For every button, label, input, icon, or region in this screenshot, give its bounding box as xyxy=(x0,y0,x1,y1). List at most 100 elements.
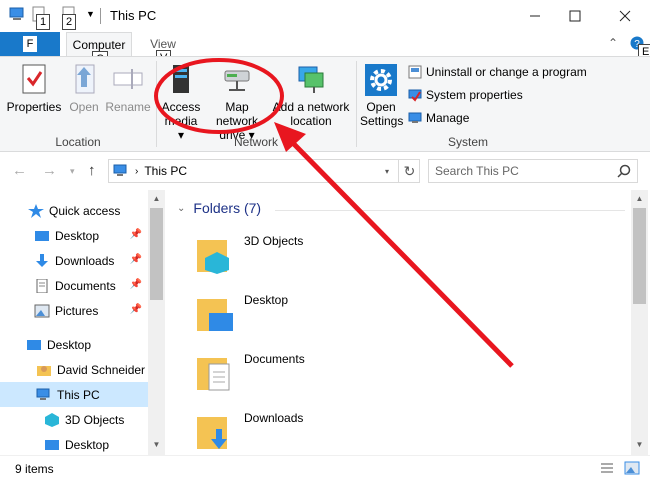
search-input[interactable]: Search This PC xyxy=(428,159,638,183)
tab-computer-label: Computer xyxy=(72,37,126,52)
add-network-location-label-1: Add a network xyxy=(272,100,350,114)
nav-item-pictures[interactable]: Pictures 📌 xyxy=(0,298,148,323)
nav-scrollbar[interactable]: ▲ ▼ xyxy=(148,190,165,455)
desktop-icon xyxy=(35,230,49,241)
pin-icon[interactable]: 📌 xyxy=(130,304,142,315)
status-bar: 9 items xyxy=(0,455,650,480)
title-separator xyxy=(100,8,101,24)
ribbon: Properties Open Rename Location Access m… xyxy=(0,56,650,152)
scroll-down-icon[interactable]: ▼ xyxy=(631,436,648,453)
rename-icon xyxy=(113,69,143,89)
nav-item-desktop[interactable]: Desktop 📌 xyxy=(0,223,148,248)
details-view-icon[interactable] xyxy=(600,461,614,475)
uninstall-program-button[interactable]: Uninstall or change a program xyxy=(408,65,587,79)
folder-3d-objects[interactable]: 3D Objects xyxy=(195,230,495,284)
folder-desktop[interactable]: Desktop xyxy=(195,289,495,343)
large-icons-view-icon[interactable] xyxy=(624,461,640,475)
refresh-button[interactable]: ↻ xyxy=(398,159,420,183)
scroll-down-icon[interactable]: ▼ xyxy=(148,436,165,453)
folder-name: Desktop xyxy=(244,293,289,307)
collapse-ribbon-icon[interactable]: ⌃ xyxy=(608,36,618,50)
forward-arrow-icon[interactable]: → xyxy=(42,162,57,179)
uninstall-icon xyxy=(408,65,422,79)
open-settings-button[interactable]: Open Settings xyxy=(360,63,404,128)
recent-locations-chevron-icon[interactable]: ▾ xyxy=(70,166,75,177)
tab-view[interactable]: View V xyxy=(140,32,186,66)
keytip-2: 2 xyxy=(62,14,77,30)
properties-icon xyxy=(22,64,46,94)
nav-item-label: Quick access xyxy=(49,203,121,218)
address-dropdown-icon[interactable]: ▾ xyxy=(385,167,389,176)
location-group-label: Location xyxy=(55,135,101,149)
open-icon xyxy=(75,64,95,94)
nav-item-user[interactable]: David Schneider xyxy=(0,357,148,382)
properties-qat-icon[interactable]: 1 xyxy=(30,6,51,30)
folder-downloads[interactable]: Downloads xyxy=(195,407,495,461)
maximize-button[interactable] xyxy=(552,0,598,32)
item-count: 9 items xyxy=(15,462,54,476)
close-button[interactable] xyxy=(602,0,648,32)
nav-item-label: Documents xyxy=(55,278,116,293)
open-settings-label-1: Open xyxy=(366,100,396,114)
back-arrow-icon[interactable]: ← xyxy=(12,162,27,179)
keytip-1: 1 xyxy=(36,14,51,30)
rename-label: Rename xyxy=(105,100,151,114)
pin-icon[interactable]: 📌 xyxy=(130,279,142,290)
access-media-button[interactable]: Access media ▾ xyxy=(160,63,202,142)
close-icon xyxy=(619,10,631,22)
rename-button[interactable]: Rename xyxy=(104,63,152,114)
scroll-up-icon[interactable]: ▲ xyxy=(631,190,648,207)
customize-qat-icon[interactable]: ▼ xyxy=(86,9,95,19)
collapse-chevron-icon[interactable]: ⌄ xyxy=(177,203,185,214)
up-arrow-icon[interactable]: ↑ xyxy=(88,162,96,179)
nav-item-documents[interactable]: Documents 📌 xyxy=(0,273,148,298)
nav-item-downloads[interactable]: Downloads 📌 xyxy=(0,248,148,273)
cube-icon xyxy=(45,412,59,427)
properties-label: Properties xyxy=(6,100,62,114)
tab-file[interactable]: F xyxy=(0,32,60,56)
content-scrollbar[interactable]: ▲ ▼ xyxy=(631,190,648,455)
nav-item-label: Desktop xyxy=(65,437,110,452)
this-pc-icon xyxy=(113,164,127,176)
folders-section-header[interactable]: ⌄ Folders (7) xyxy=(177,200,261,216)
folders-section-title: Folders (7) xyxy=(193,200,262,216)
maximize-icon xyxy=(569,10,581,22)
system-properties-button[interactable]: System properties xyxy=(408,88,523,102)
content-scroll-thumb[interactable] xyxy=(633,208,646,304)
open-button[interactable]: Open xyxy=(64,63,104,114)
network-group-label: Network xyxy=(233,135,278,149)
add-network-location-button[interactable]: Add a network location xyxy=(272,63,350,128)
nav-item-this-pc[interactable]: This PC xyxy=(0,382,148,407)
search-icon xyxy=(617,164,631,178)
pin-icon[interactable]: 📌 xyxy=(130,254,142,265)
open-settings-label-2: Settings xyxy=(360,114,404,128)
pin-icon[interactable]: 📌 xyxy=(130,229,142,240)
breadcrumb-this-pc[interactable]: This PC xyxy=(144,164,187,178)
scroll-up-icon[interactable]: ▲ xyxy=(148,190,165,207)
nav-item-quick-access[interactable]: Quick access xyxy=(0,198,148,223)
nav-item-label: 3D Objects xyxy=(65,412,125,427)
tab-computer[interactable]: Computer C xyxy=(66,32,132,67)
nav-scroll-thumb[interactable] xyxy=(150,208,163,300)
keytip-file: F xyxy=(22,36,38,52)
address-bar[interactable]: › This PC ▾ xyxy=(108,159,420,183)
address-bar-row: ← → ▾ ↑ › This PC ▾ ↻ Search This PC xyxy=(0,152,650,190)
map-network-drive-button[interactable]: Map network drive ▾ xyxy=(204,63,270,142)
nav-item-desktop-pc[interactable]: Desktop xyxy=(0,432,148,457)
add-network-location-label-2: location xyxy=(290,114,332,128)
computer-icon[interactable] xyxy=(8,6,26,22)
properties-button[interactable]: Properties xyxy=(6,63,62,114)
downloads-folder-icon xyxy=(197,417,227,449)
nav-item-desktop-root[interactable]: Desktop xyxy=(0,332,148,357)
nav-item-3d-objects[interactable]: 3D Objects xyxy=(0,407,148,432)
manage-label: Manage xyxy=(426,111,470,125)
new-folder-qat-icon[interactable]: 2 xyxy=(60,6,78,30)
star-icon xyxy=(28,203,44,218)
pictures-icon xyxy=(34,304,50,317)
breadcrumb-chevron-icon[interactable]: › xyxy=(135,166,138,177)
system-properties-label: System properties xyxy=(426,88,523,102)
manage-button[interactable]: Manage xyxy=(408,111,469,125)
system-group-label: System xyxy=(447,135,488,149)
minimize-icon xyxy=(530,15,540,17)
folder-documents[interactable]: Documents xyxy=(195,348,495,402)
